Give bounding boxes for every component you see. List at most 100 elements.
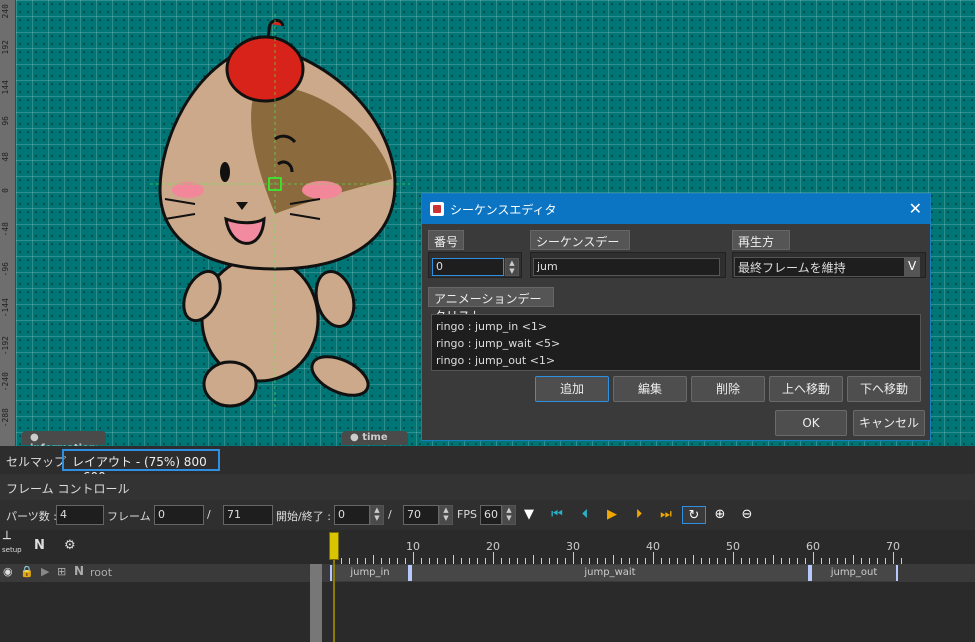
vertical-ruler: 240 192 144 96 48 0 -48 -96 -144 -192 -2… (0, 0, 16, 446)
fps-label: FPS (457, 508, 477, 521)
ruler-label: 96 (1, 116, 10, 126)
anim-list-label: アニメーションデータリスト (428, 287, 554, 323)
cancel-button[interactable]: キャンセル (853, 410, 925, 436)
delete-button[interactable]: 削除 (691, 376, 765, 402)
tick-mark (533, 555, 534, 564)
segment-jump-out[interactable]: jump_out (810, 565, 898, 581)
dialog-titlebar[interactable]: シーケンスエディタ ✕ (422, 194, 930, 224)
tick-mark (413, 552, 414, 564)
end-spinner[interactable]: ▲ ▼ (439, 505, 453, 525)
ruler-label: 0 (1, 188, 10, 193)
end-input[interactable]: 70 (403, 505, 439, 525)
frame-control-title: フレーム コントロール (6, 482, 130, 496)
parts-label: パーツ数 : (6, 510, 57, 523)
character-left-cheek (172, 182, 204, 198)
timeline-scrollbar[interactable] (310, 564, 322, 642)
frame-label: フレーム : (107, 510, 158, 523)
ruler-label: 192 (1, 40, 10, 55)
fps-spinner[interactable]: ▲ ▼ (502, 505, 516, 525)
ruler-label: -96 (1, 262, 10, 277)
start-end-label: 開始/終了 : (276, 510, 331, 523)
loop-icon[interactable]: ↻ (682, 506, 706, 524)
playhead-line (333, 560, 335, 642)
playhead-marker[interactable] (329, 532, 339, 560)
tick-mark (813, 552, 814, 564)
prev-frame-icon[interactable]: ⏴ (576, 506, 594, 524)
last-frame-icon[interactable]: ⏭ (657, 506, 675, 524)
sequence-name-input[interactable]: jum (533, 258, 720, 276)
timeline: ┴ setup N ⚙ ◉ 🔒 ▶ ⊞ N root 0 10 20 30 40… (0, 530, 975, 642)
setup-icon[interactable]: ┴ (3, 532, 11, 547)
information-tab[interactable]: ● information (22, 431, 106, 446)
zoom-in-icon[interactable]: ⊕ (711, 506, 729, 524)
add-node-icon[interactable]: ⊞ (57, 565, 66, 578)
character-illustration[interactable] (150, 14, 410, 414)
parts-input[interactable]: 4 (56, 505, 104, 525)
add-button[interactable]: 追加 (535, 376, 609, 402)
null-part-icon: N (74, 564, 85, 578)
time-tab-label: time (362, 432, 388, 443)
visibility-eye-icon[interactable]: ◉ (3, 565, 13, 578)
sequence-name-label: シーケンスデータ名 (530, 230, 630, 266)
play-icon[interactable]: ▶ (603, 506, 621, 524)
move-down-button[interactable]: 下へ移動 (847, 376, 921, 402)
zoom-out-icon[interactable]: ⊖ (738, 506, 756, 524)
number-label: 番号 (428, 230, 464, 250)
character-right-foot (310, 355, 370, 397)
number-input[interactable]: 0 (432, 258, 504, 276)
list-item[interactable]: ringo : jump_in <1> (436, 318, 916, 335)
playback-dropdown-button[interactable]: V (904, 257, 920, 277)
dropdown-triangle-icon[interactable]: ▼ (520, 506, 538, 524)
root-track[interactable]: jump_in jump_wait jump_out (322, 564, 975, 582)
start-input[interactable]: 0 (334, 505, 370, 525)
number-spinner[interactable]: ▲ ▼ (505, 258, 519, 276)
tick-mark (773, 555, 774, 564)
anim-data-list[interactable]: ringo : jump_in <1> ringo : jump_wait <5… (431, 314, 921, 371)
time-tab[interactable]: ● time (342, 431, 408, 445)
list-item[interactable]: ringo : jump_wait <5> (436, 335, 916, 352)
frame-input[interactable]: 0 (154, 505, 204, 525)
sequence-editor-icon (430, 202, 444, 216)
root-part-row[interactable]: ◉ 🔒 ▶ ⊞ N root (0, 564, 310, 582)
ruler-label: -144 (1, 298, 10, 318)
segment-jump-in[interactable]: jump_in (330, 565, 410, 581)
frame-controls: パーツ数 : 4 フレーム : 0 / 71 開始/終了 : 0 ▲ ▼ / 70… (0, 500, 975, 530)
edit-button[interactable]: 編集 (613, 376, 687, 402)
tick-mark (733, 552, 734, 564)
layout-tab[interactable]: レイアウト - (75%) 800 x 600 (62, 449, 220, 484)
close-icon[interactable]: ✕ (909, 199, 922, 218)
fps-input[interactable]: 60 (480, 505, 502, 525)
start-spinner[interactable]: ▲ ▼ (370, 505, 384, 525)
new-part-icon[interactable]: N (34, 538, 45, 553)
frame-total-input[interactable]: 71 (223, 505, 273, 525)
tick-mark (613, 555, 614, 564)
tick-mark (893, 552, 894, 564)
setup-label: setup (2, 546, 22, 554)
move-up-button[interactable]: 上へ移動 (769, 376, 843, 402)
timeline-ruler[interactable]: 0 10 20 30 40 50 60 70 (330, 534, 975, 564)
ruler-label: -240 (1, 372, 10, 392)
character-left-foot (202, 360, 258, 408)
expand-arrow-icon[interactable]: ▶ (41, 565, 49, 578)
dialog-title: シーケンスエディタ (450, 202, 557, 217)
frame-control-header: フレーム コントロール (0, 474, 975, 500)
ruler-label: -288 (1, 408, 10, 428)
ruler-label: 240 (1, 4, 10, 19)
timeline-parts-panel: ┴ setup N ⚙ ◉ 🔒 ▶ ⊞ N root (0, 530, 310, 642)
tick-mark (573, 552, 574, 564)
cellmap-tab[interactable]: セルマップ (6, 453, 66, 470)
list-item[interactable]: ringo : jump_out <1> (436, 352, 916, 369)
apple-stem (266, 18, 285, 39)
next-frame-icon[interactable]: ⏵ (630, 506, 648, 524)
playback-label: 再生方法 (732, 230, 790, 266)
playback-select[interactable]: 最終フレームを維持 (734, 257, 906, 277)
frame-slash: / (207, 508, 211, 521)
ok-button[interactable]: OK (775, 410, 847, 436)
part-settings-icon[interactable]: ⚙ (64, 538, 76, 553)
segment-jump-wait[interactable]: jump_wait (410, 565, 810, 581)
apple (225, 35, 305, 103)
ruler-label: 144 (1, 80, 10, 95)
lock-icon[interactable]: 🔒 (20, 565, 34, 578)
character-left-eye (220, 162, 230, 182)
first-frame-icon[interactable]: ⏮ (548, 506, 566, 524)
